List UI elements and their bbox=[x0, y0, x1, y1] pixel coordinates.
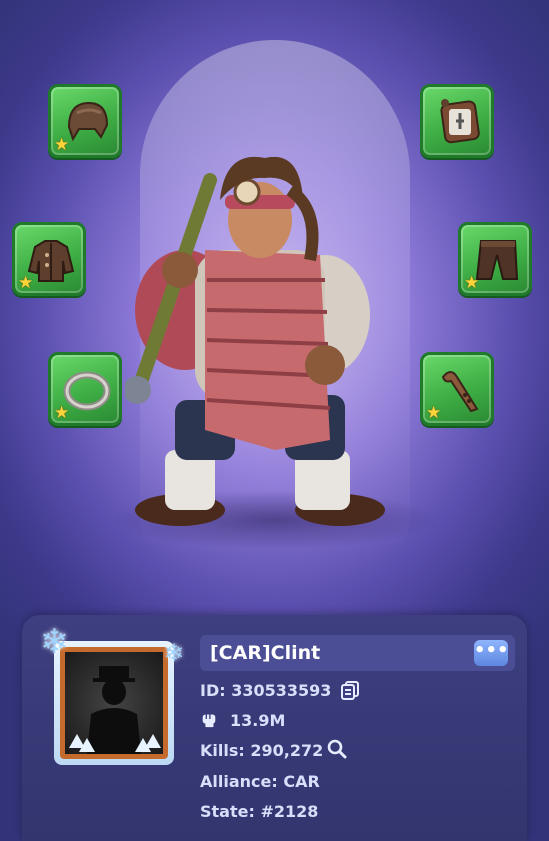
fist-power-icon bbox=[202, 714, 216, 728]
equipment-slot-ring[interactable]: ★ bbox=[48, 352, 122, 426]
compass-badge-icon bbox=[440, 99, 480, 144]
player-state: State: #2128 bbox=[200, 802, 319, 821]
avatar-frame[interactable]: ❄ ❄ bbox=[40, 625, 184, 765]
copy-icon[interactable] bbox=[340, 680, 360, 700]
star-rating-icon: ★ bbox=[18, 273, 34, 293]
equipment-slot-head[interactable]: ★ bbox=[48, 84, 122, 158]
equipment-slot-accessory[interactable] bbox=[420, 84, 494, 158]
player-name: [CAR]Clint bbox=[210, 642, 321, 664]
star-rating-icon: ★ bbox=[464, 273, 480, 293]
equipment-slot-legs[interactable]: ★ bbox=[458, 222, 532, 296]
player-name-bar: [CAR]Clint ••• bbox=[200, 635, 515, 671]
star-rating-icon: ★ bbox=[54, 403, 70, 423]
hero-character[interactable] bbox=[125, 140, 425, 540]
search-icon[interactable] bbox=[327, 739, 347, 759]
player-alliance[interactable]: Alliance: CAR bbox=[200, 772, 320, 791]
snowflake-icon: ❄ bbox=[40, 622, 69, 662]
silhouette-icon bbox=[69, 666, 161, 754]
more-options-button[interactable]: ••• bbox=[474, 640, 509, 666]
player-id-row: ID: 330533593 bbox=[200, 681, 359, 700]
player-info-panel: ❄ ❄ [CAR]Clint ••• ID: 330533593 13.9M K… bbox=[22, 615, 527, 841]
player-power: 13.9M bbox=[230, 711, 286, 730]
player-kills: Kills: 290,272 bbox=[200, 741, 324, 760]
star-rating-icon: ★ bbox=[426, 403, 442, 423]
player-kills-row: Kills: 290,272 bbox=[200, 739, 347, 760]
player-id: ID: 330533593 bbox=[200, 681, 332, 700]
star-rating-icon: ★ bbox=[54, 135, 70, 155]
equipment-slot-weapon[interactable]: ★ bbox=[420, 352, 494, 426]
player-alliance-row: Alliance: CAR bbox=[200, 772, 320, 791]
player-state-row: State: #2128 bbox=[200, 802, 318, 821]
snowflake-icon: ❄ bbox=[163, 639, 184, 667]
avatar bbox=[60, 647, 168, 759]
equipment-slot-body[interactable]: ★ bbox=[12, 222, 86, 296]
